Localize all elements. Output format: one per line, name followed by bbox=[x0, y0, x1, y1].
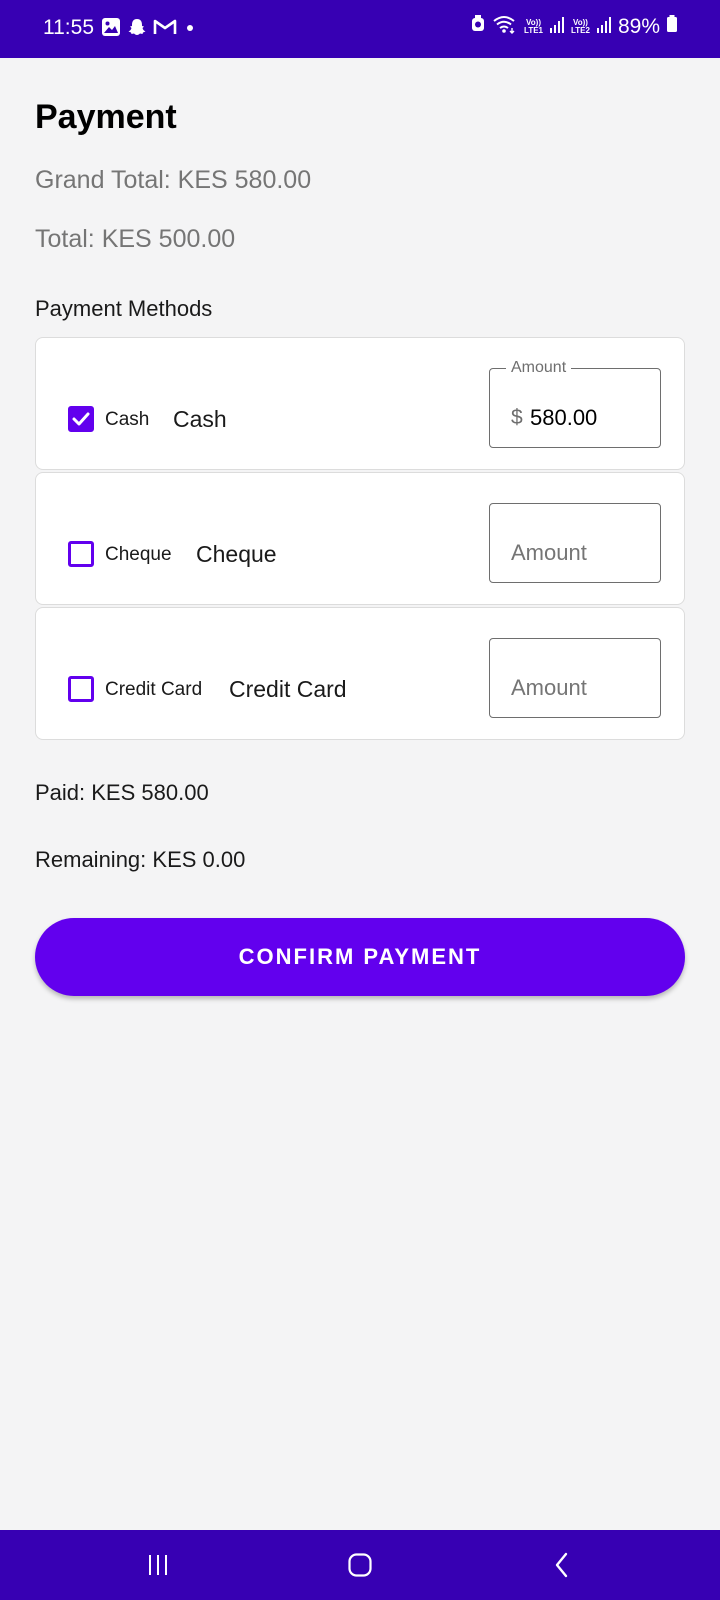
cash-amount-field[interactable]: Amount $ 580.00 bbox=[489, 359, 661, 448]
credit-card-checkbox-label[interactable]: Credit Card bbox=[105, 679, 202, 701]
sim2-network: Vo)) LTE2 bbox=[571, 18, 590, 35]
gallery-icon bbox=[101, 17, 121, 42]
battery-icon bbox=[666, 14, 678, 39]
status-time: 11:55 bbox=[43, 16, 94, 39]
cheque-checkbox[interactable] bbox=[68, 541, 94, 567]
remaining-amount: Remaining: KES 0.00 bbox=[35, 847, 246, 872]
payment-method-card-cash: Cash Cash Amount $ 580.00 bbox=[35, 337, 685, 470]
confirm-payment-button[interactable]: CONFIRM PAYMENT bbox=[35, 918, 685, 996]
gmail-icon bbox=[153, 17, 177, 42]
home-icon[interactable] bbox=[342, 1530, 378, 1600]
notification-icons bbox=[101, 17, 197, 42]
back-icon[interactable] bbox=[544, 1530, 580, 1600]
cheque-amount-field[interactable]: Amount bbox=[489, 503, 661, 583]
sim1-network: Vo)) LTE1 bbox=[524, 18, 543, 35]
credit-card-amount-placeholder[interactable]: Amount bbox=[511, 675, 587, 701]
cash-method-name: Cash bbox=[173, 406, 227, 432]
credit-card-method-name: Credit Card bbox=[229, 676, 347, 702]
credit-card-amount-field[interactable]: Amount bbox=[489, 638, 661, 718]
page-title: Payment bbox=[35, 98, 177, 136]
alarm-icon bbox=[470, 14, 486, 39]
system-icons: Vo)) LTE1 Vo)) LTE2 89% bbox=[470, 14, 678, 39]
navigation-bar bbox=[0, 1530, 720, 1600]
battery-percent: 89% bbox=[617, 14, 660, 38]
recents-icon[interactable] bbox=[140, 1530, 176, 1600]
signal-icon-2 bbox=[596, 14, 612, 39]
dot-icon bbox=[183, 17, 197, 42]
cash-checkbox-label[interactable]: Cash bbox=[105, 409, 149, 431]
credit-card-checkbox[interactable] bbox=[68, 676, 94, 702]
cheque-method-name: Cheque bbox=[196, 541, 277, 567]
cheque-amount-placeholder[interactable]: Amount bbox=[511, 540, 587, 566]
wifi-icon bbox=[492, 14, 518, 39]
paid-amount: Paid: KES 580.00 bbox=[35, 780, 209, 805]
sim2-label: LTE2 bbox=[571, 25, 590, 35]
sim1-label: LTE1 bbox=[524, 25, 543, 35]
signal-icon bbox=[549, 14, 565, 39]
status-bar: 11:55 Vo)) LTE1 Vo)) LTE2 89% bbox=[0, 0, 720, 58]
payment-method-card-cheque: Cheque Cheque Amount bbox=[35, 472, 685, 605]
cash-checkbox[interactable] bbox=[68, 406, 94, 432]
grand-total: Grand Total: KES 580.00 bbox=[35, 166, 312, 194]
snapchat-icon bbox=[127, 17, 147, 42]
cash-amount-label: Amount bbox=[506, 359, 572, 377]
total: Total: KES 500.00 bbox=[35, 225, 236, 253]
check-icon bbox=[72, 412, 90, 426]
cash-amount-prefix: $ bbox=[511, 406, 523, 429]
cheque-checkbox-label[interactable]: Cheque bbox=[105, 544, 172, 566]
payment-methods-label: Payment Methods bbox=[35, 296, 213, 321]
payment-method-card-credit-card: Credit Card Credit Card Amount bbox=[35, 607, 685, 740]
cash-amount-value[interactable]: 580.00 bbox=[530, 405, 597, 431]
